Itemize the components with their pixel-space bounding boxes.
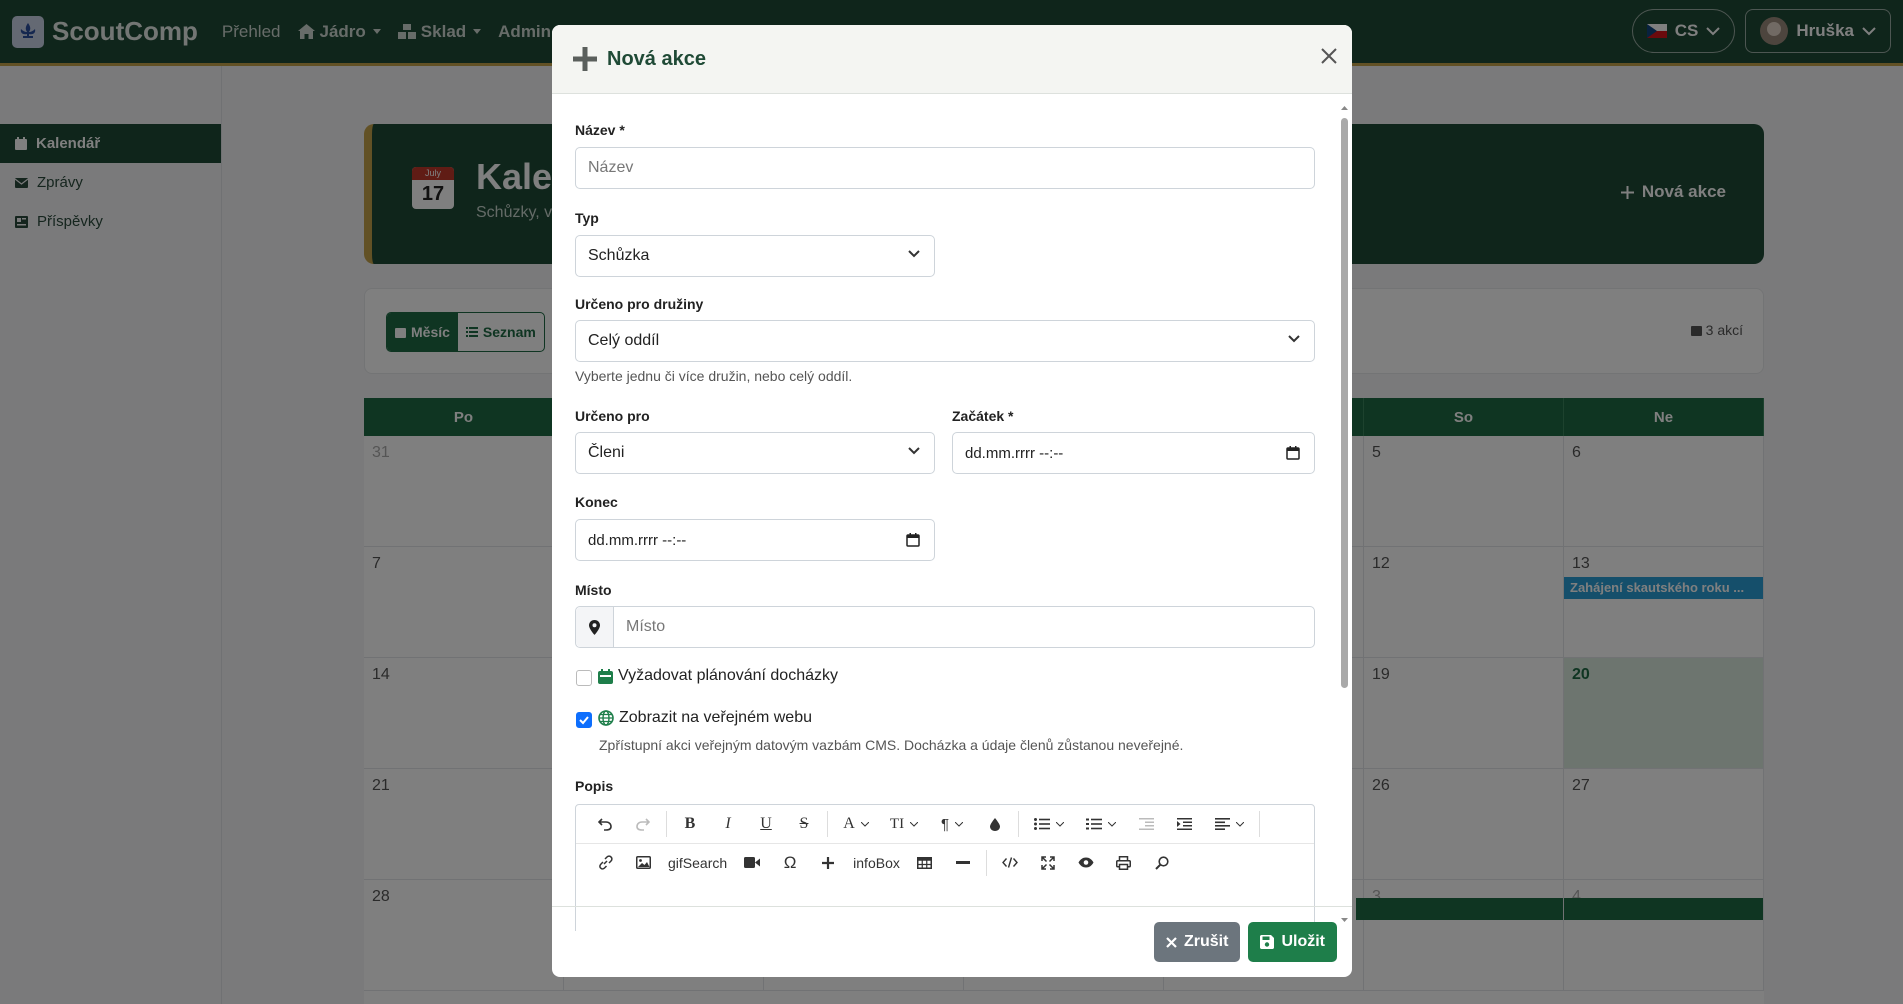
new-event-modal: Nová akce Název * Název Typ Schůzka Urče… (552, 25, 1352, 977)
table-icon[interactable] (906, 848, 944, 878)
place-label: Místo (575, 582, 612, 598)
place-input-group: Místo (575, 606, 1315, 648)
print-icon[interactable] (1105, 848, 1143, 878)
bold-icon[interactable]: B (671, 809, 709, 839)
floppy-disk-icon (1260, 935, 1275, 949)
image-icon[interactable] (624, 848, 662, 878)
attendance-label-text: Vyžadovat plánování docházky (618, 667, 838, 684)
plus-icon (572, 46, 598, 72)
name-input[interactable]: Název (575, 147, 1315, 189)
toolbar-divider (985, 849, 987, 876)
start-value: dd.mm.rrrr --:-- (965, 444, 1064, 462)
public-web-help: Zpřístupní akci veřejným datovým vazbám … (599, 737, 1184, 753)
link-icon[interactable] (586, 848, 624, 878)
toolbar-divider (666, 811, 667, 837)
code-view-icon[interactable] (991, 848, 1029, 878)
video-icon[interactable] (733, 848, 771, 878)
italic-icon[interactable]: I (709, 809, 747, 839)
start-datetime-input[interactable]: dd.mm.rrrr --:-- (952, 432, 1315, 474)
search-replace-icon[interactable] (1143, 848, 1181, 878)
place-placeholder: Místo (626, 618, 666, 635)
redo-icon[interactable] (624, 809, 662, 839)
public-web-checkbox-label[interactable]: Zobrazit na veřejném webu (598, 709, 812, 727)
fullscreen-icon[interactable] (1029, 848, 1067, 878)
patrols-help: Vyberte jednu či více družin, nebo celý … (575, 368, 853, 384)
chevron-down-icon (908, 250, 920, 258)
audience-value: Členi (588, 444, 625, 461)
public-web-label-text: Zobrazit na veřejném webu (619, 709, 812, 726)
map-pin-icon (576, 607, 614, 647)
modal-footer: Zrušit Uložit (552, 906, 1352, 977)
font-size-icon[interactable]: TI (880, 809, 928, 839)
align-icon[interactable] (1203, 809, 1255, 839)
public-web-checkbox[interactable] (576, 712, 592, 728)
name-placeholder: Název (588, 159, 634, 176)
toolbar-divider (1018, 811, 1019, 837)
audience-label: Určeno pro (575, 408, 650, 424)
numbered-list-icon[interactable] (1075, 809, 1127, 839)
outdent-icon[interactable] (1127, 809, 1165, 839)
type-label: Typ (575, 210, 599, 226)
attendance-checkbox[interactable] (576, 670, 592, 686)
special-character-icon[interactable]: Ω (771, 848, 809, 878)
infobox-button[interactable]: infoBox (847, 848, 906, 878)
color-drop-icon[interactable] (976, 809, 1014, 839)
modal-header: Nová akce (552, 25, 1352, 94)
patrols-select[interactable]: Celý oddíl (575, 320, 1315, 362)
modal-scrollbar[interactable] (1340, 104, 1349, 924)
strikethrough-icon[interactable]: S (785, 809, 823, 839)
font-family-icon[interactable]: A (832, 809, 880, 839)
end-value: dd.mm.rrrr --:-- (588, 531, 687, 549)
calendar-check-icon (598, 668, 613, 684)
underline-icon[interactable]: U (747, 809, 785, 839)
attendance-checkbox-label[interactable]: Vyžadovat plánování docházky (598, 667, 838, 685)
type-select[interactable]: Schůzka (575, 235, 935, 277)
gif-search-button[interactable]: gifSearch (662, 848, 733, 878)
scrollbar-thumb[interactable] (1341, 118, 1348, 688)
cancel-label: Zrušit (1184, 933, 1229, 950)
close-icon (1166, 936, 1177, 948)
horizontal-rule-icon[interactable] (944, 848, 982, 878)
indent-icon[interactable] (1165, 809, 1203, 839)
patrols-label: Určeno pro družiny (575, 296, 704, 312)
editor-toolbar-row: B I U S A TI ¶ (576, 805, 1314, 843)
bullet-list-icon[interactable] (1023, 809, 1075, 839)
place-input[interactable]: Místo (614, 618, 665, 636)
close-icon[interactable] (1320, 47, 1338, 65)
paragraph-icon[interactable]: ¶ (928, 809, 976, 839)
editor-toolbar-row: gifSearch Ω infoBox (576, 843, 1314, 881)
modal-body: Název * Název Typ Schůzka Určeno pro dru… (552, 94, 1352, 931)
toolbar-divider (1259, 811, 1260, 837)
chevron-down-icon (1288, 335, 1300, 343)
start-label: Začátek * (952, 408, 1014, 424)
audience-select[interactable]: Členi (575, 432, 935, 474)
name-label: Název * (575, 122, 625, 138)
end-label: Konec (575, 494, 618, 510)
end-datetime-input[interactable]: dd.mm.rrrr --:-- (575, 519, 935, 561)
globe-icon (598, 710, 614, 726)
calendar-picker-icon[interactable] (1286, 445, 1300, 460)
save-label: Uložit (1281, 933, 1325, 950)
modal-title: Nová akce (607, 47, 706, 70)
save-button[interactable]: Uložit (1248, 922, 1337, 962)
toolbar-divider (827, 811, 828, 837)
cancel-button[interactable]: Zrušit (1154, 922, 1241, 962)
preview-eye-icon[interactable] (1067, 848, 1105, 878)
patrols-value: Celý oddíl (588, 332, 660, 349)
type-value: Schůzka (588, 247, 650, 264)
undo-icon[interactable] (586, 809, 624, 839)
calendar-picker-icon[interactable] (906, 532, 920, 547)
insert-plus-icon[interactable] (809, 848, 847, 878)
chevron-down-icon (908, 447, 920, 455)
description-label: Popis (575, 778, 614, 794)
